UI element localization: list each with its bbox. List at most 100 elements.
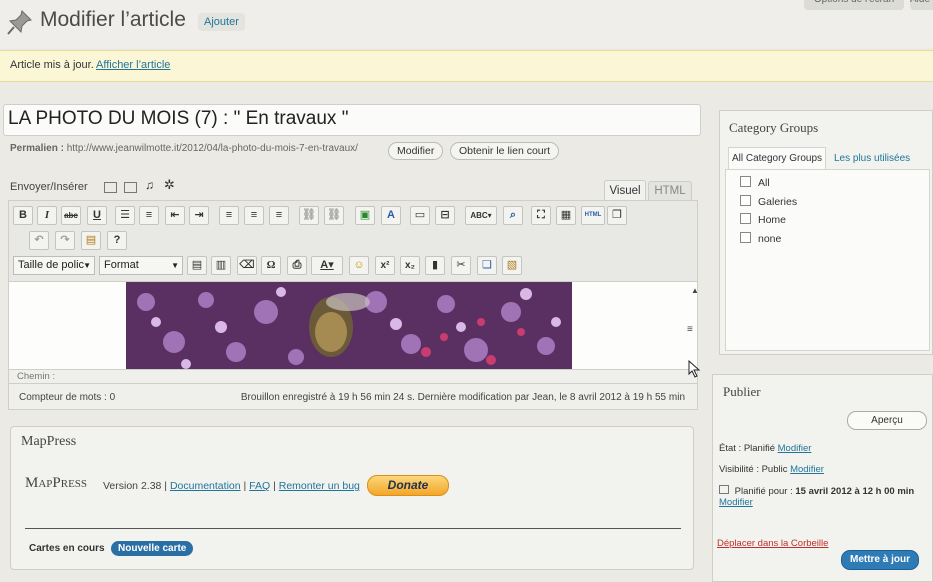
scroll-up-icon[interactable]: ▲ xyxy=(691,286,697,295)
special-char-icon[interactable]: Ω xyxy=(261,256,281,275)
outdent-icon[interactable]: ⇤ xyxy=(165,206,185,225)
media-icon[interactable]: ▮ xyxy=(425,256,445,275)
style-icon[interactable]: A xyxy=(381,206,401,225)
update-button[interactable]: Mettre à jour xyxy=(841,550,919,570)
edit-status-link[interactable]: Modifier xyxy=(778,443,812,454)
add-video-icon[interactable] xyxy=(124,182,137,193)
edit-permalink-button[interactable]: Modifier xyxy=(388,142,444,160)
link-icon[interactable]: ⛓ xyxy=(299,206,319,225)
edit-schedule-link[interactable]: Modifier xyxy=(719,497,753,508)
checkbox[interactable] xyxy=(740,195,751,206)
format-select[interactable]: Format ▼ xyxy=(99,256,183,275)
editor-toolbar: B I abc U ☰ ≡ ⇤ ⇥ ≡ ≡ ≡ ⛓ ⛓ ▣ A ▭ ⊟ ABC▾… xyxy=(8,200,698,282)
help-icon[interactable]: ? xyxy=(107,231,127,250)
help-tab[interactable]: Aide xyxy=(910,0,933,10)
find-replace-icon[interactable]: ⌕ xyxy=(503,206,523,225)
checkbox[interactable] xyxy=(740,176,751,187)
view-post-link[interactable]: Afficher l’article xyxy=(96,59,170,71)
paste-clipboard-icon[interactable]: ▧ xyxy=(502,256,522,275)
underline-icon[interactable]: U xyxy=(87,206,107,225)
pushpin-icon xyxy=(7,10,32,35)
copy-icon[interactable]: ❏ xyxy=(477,256,497,275)
strikethrough-icon[interactable]: abc xyxy=(61,206,81,225)
draft-status: Brouillon enregistré à 19 h 56 min 24 s.… xyxy=(240,392,685,403)
list-item[interactable]: none xyxy=(740,232,781,245)
visibility-label: Visibilité : Public xyxy=(719,464,788,475)
paste-word-icon[interactable]: ▥ xyxy=(211,256,231,275)
unlink-icon[interactable]: ⛓ xyxy=(324,206,344,225)
undo-icon[interactable]: ↶ xyxy=(29,231,49,250)
bold-icon[interactable]: B xyxy=(13,206,33,225)
align-left-icon[interactable]: ≡ xyxy=(219,206,239,225)
text-color-icon[interactable]: A▾ xyxy=(311,256,343,275)
subscript-icon[interactable]: x₂ xyxy=(400,256,420,275)
more-tag-icon[interactable]: ▭ xyxy=(410,206,430,225)
list-item[interactable]: Galeries xyxy=(740,195,797,208)
clear-format-icon[interactable]: ⌫ xyxy=(237,256,257,275)
fullscreen-icon[interactable]: ⛶ xyxy=(531,206,551,225)
post-title-input[interactable]: LA PHOTO DU MOIS (7) : " En travaux " xyxy=(3,104,701,136)
checkbox[interactable] xyxy=(740,232,751,243)
page-break-icon[interactable]: ⊟ xyxy=(435,206,455,225)
preview-button[interactable]: Aperçu xyxy=(847,411,927,430)
schedule-value: 15 avril 2012 à 12 h 00 min xyxy=(795,486,915,497)
publish-title: Publier xyxy=(723,384,761,399)
category-label: All xyxy=(758,177,770,189)
numbered-list-icon[interactable]: ≡ xyxy=(139,206,159,225)
visibility-row: Visibilité : Public Modifier xyxy=(719,464,824,475)
insert-image-icon[interactable]: ▣ xyxy=(355,206,375,225)
format-value: Format xyxy=(104,259,139,271)
schedule-label: Planifié pour : xyxy=(734,486,793,497)
report-bug-link[interactable]: Remonter un bug xyxy=(279,480,360,492)
notice-text: Article mis à jour. xyxy=(10,59,94,71)
indent-icon[interactable]: ⇥ xyxy=(189,206,209,225)
get-shortlink-button[interactable]: Obtenir le lien court xyxy=(450,142,560,160)
link-separator: | xyxy=(243,480,247,492)
cut-icon[interactable]: ✂ xyxy=(451,256,471,275)
add-new-button[interactable]: Ajouter xyxy=(198,13,245,31)
paste-icon[interactable]: ▤ xyxy=(81,231,101,250)
add-media-icon[interactable]: ✲ xyxy=(164,177,175,193)
spellcheck-icon[interactable]: ABC▾ xyxy=(465,206,497,225)
faq-link[interactable]: FAQ xyxy=(249,480,270,492)
checkbox[interactable] xyxy=(740,213,751,224)
mouse-cursor-icon xyxy=(688,360,701,378)
add-audio-icon[interactable]: ♫ xyxy=(145,178,154,192)
font-size-select[interactable]: Taille de polic ▼ xyxy=(13,256,95,275)
paste-text-icon[interactable]: ▤ xyxy=(187,256,207,275)
current-maps-label: Cartes en cours xyxy=(29,543,105,554)
list-item[interactable]: All xyxy=(740,176,770,189)
tab-html[interactable]: HTML xyxy=(648,181,692,201)
tab-most-used[interactable]: Les plus utilisées xyxy=(834,153,910,164)
html-icon[interactable]: HTML xyxy=(581,206,605,225)
edit-visibility-link[interactable]: Modifier xyxy=(790,464,824,475)
update-notice: Article mis à jour. Afficher l’article xyxy=(0,50,933,82)
add-image-icon[interactable] xyxy=(104,182,117,193)
move-to-trash-link[interactable]: Déplacer dans la Corbeille xyxy=(717,538,828,549)
link-separator: | xyxy=(273,480,276,492)
redo-icon[interactable]: ↷ xyxy=(55,231,75,250)
new-map-button[interactable]: Nouvelle carte xyxy=(111,541,194,556)
resize-handle-icon[interactable]: ≡ xyxy=(687,324,693,335)
documentation-link[interactable]: Documentation xyxy=(170,480,241,492)
donate-button[interactable]: Donate xyxy=(367,475,449,496)
tab-visual[interactable]: Visuel xyxy=(604,180,646,201)
superscript-icon[interactable]: x² xyxy=(375,256,395,275)
screen-options-tab[interactable]: Options de l'écran xyxy=(804,0,904,10)
page-title: Modifier l’article xyxy=(40,8,186,31)
tab-all-category-groups[interactable]: All Category Groups xyxy=(728,147,826,170)
calendar-icon xyxy=(719,485,729,494)
smiley-icon[interactable]: ☺ xyxy=(349,256,369,275)
print-icon[interactable]: ⎙ xyxy=(287,256,307,275)
category-groups-title: Category Groups xyxy=(729,120,819,135)
kitchen-sink-icon[interactable]: ▦ xyxy=(556,206,576,225)
media-gallery-icon[interactable]: ❐ xyxy=(607,206,627,225)
italic-icon[interactable]: I xyxy=(37,206,57,225)
bullet-list-icon[interactable]: ☰ xyxy=(115,206,135,225)
list-item[interactable]: Home xyxy=(740,213,786,226)
mappress-version: Version 2.38 | xyxy=(103,480,168,492)
status-label: État : Planifié xyxy=(719,443,775,454)
editor-content-area[interactable]: ▲ ≡ xyxy=(8,282,698,370)
align-center-icon[interactable]: ≡ xyxy=(244,206,264,225)
align-right-icon[interactable]: ≡ xyxy=(269,206,289,225)
